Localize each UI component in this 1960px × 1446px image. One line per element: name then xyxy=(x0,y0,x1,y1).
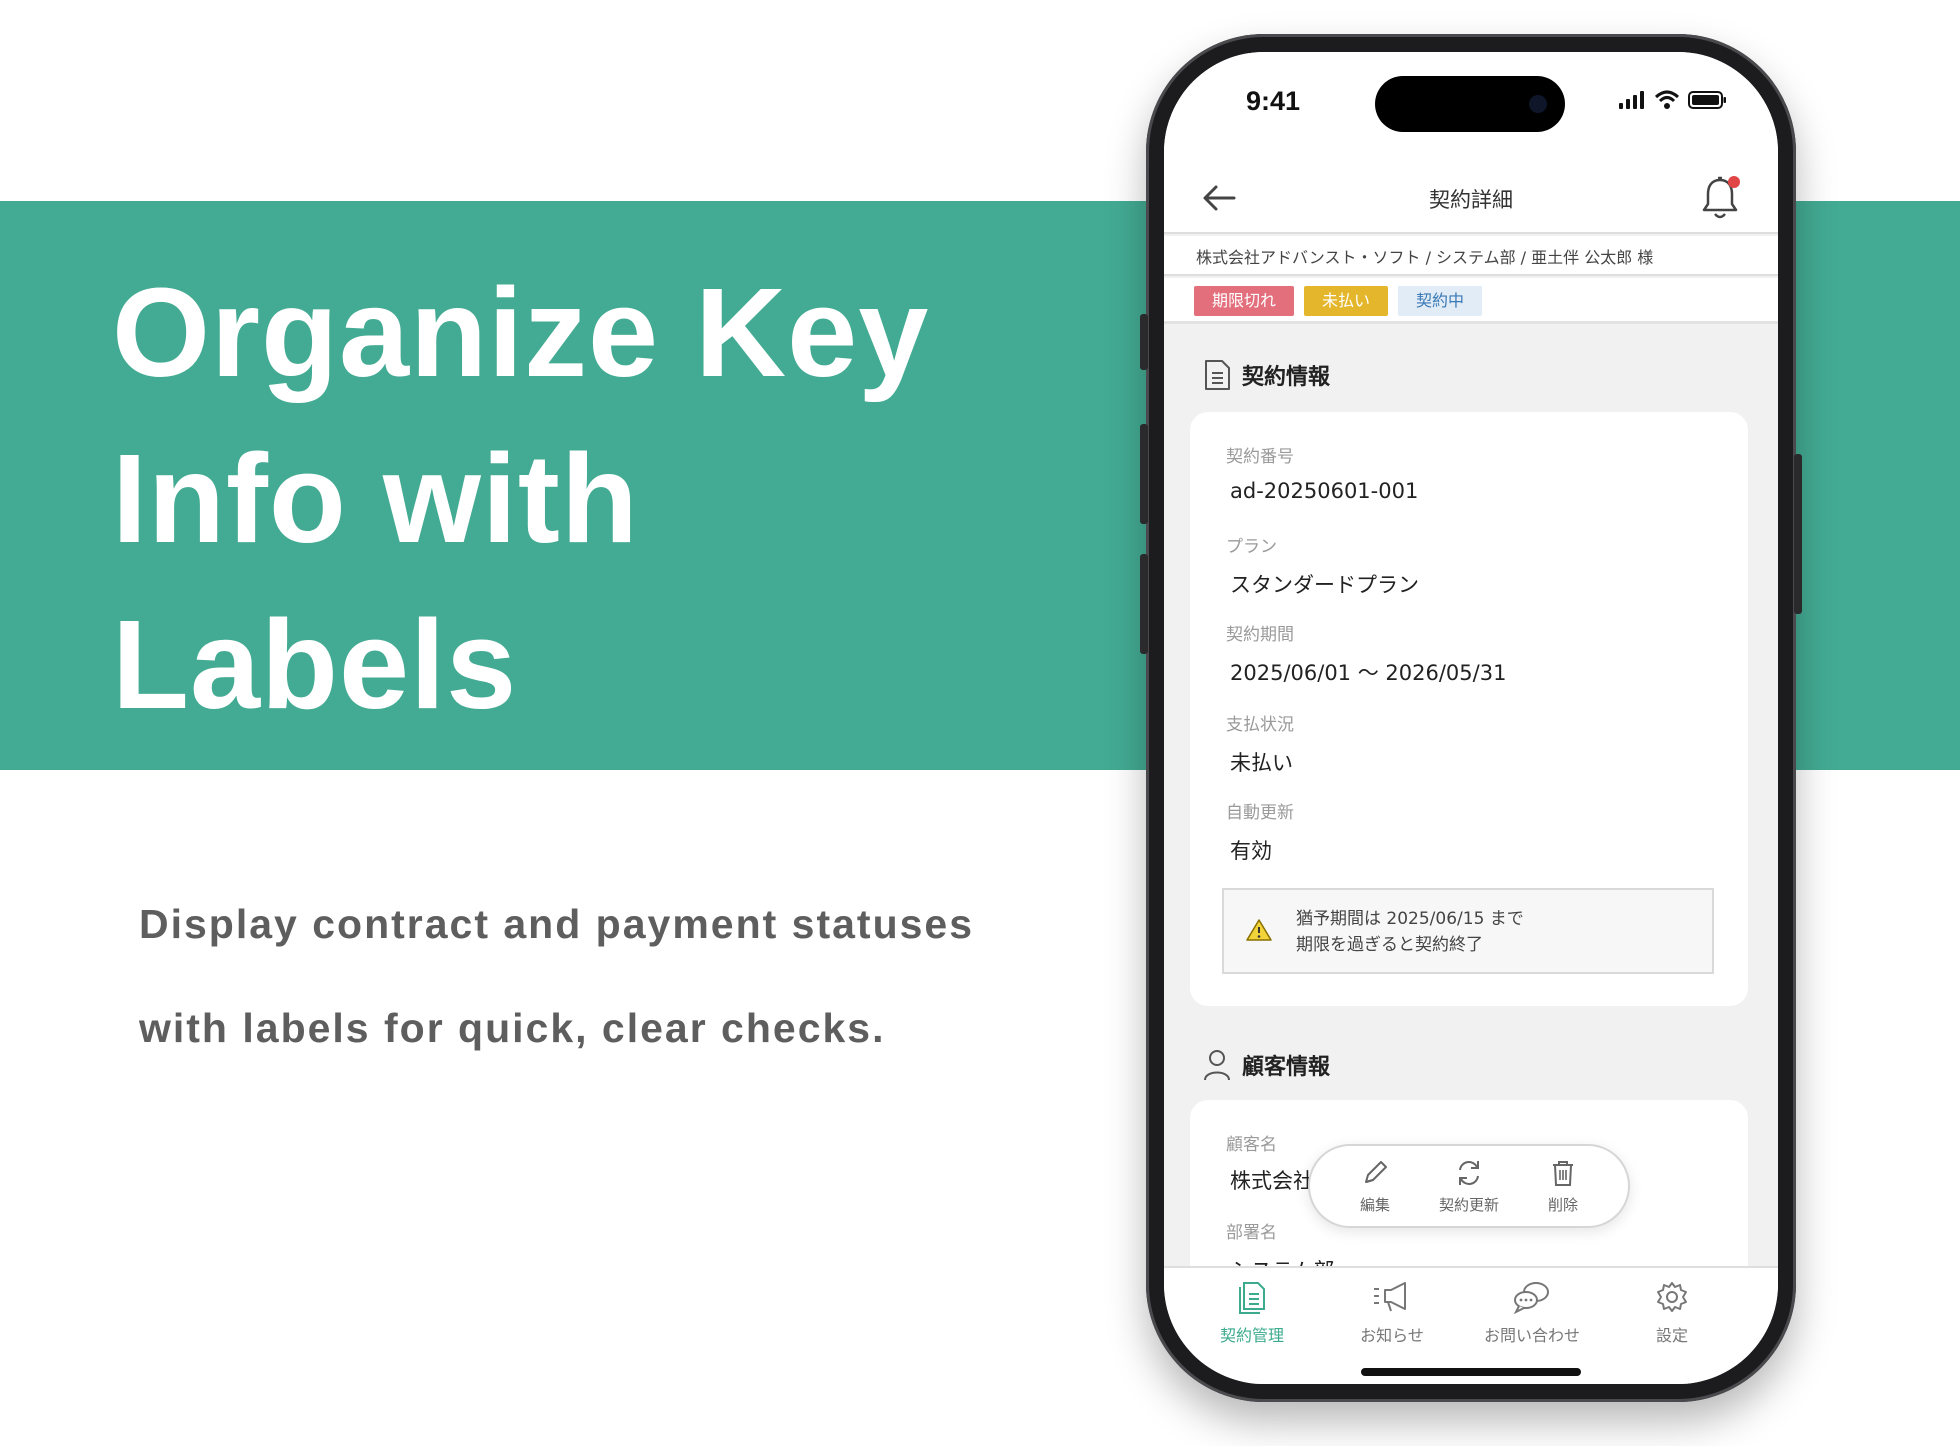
label-expired: 期限切れ xyxy=(1194,286,1295,316)
label-active: 契約中 xyxy=(1398,286,1483,316)
breadcrumb: 株式会社アドバンスト・ソフト / システム部 / 亜土伴 公太郎 様 xyxy=(1164,236,1778,276)
field-label: 契約番号 xyxy=(1226,447,1294,467)
tab-label: 設定 xyxy=(1655,1326,1688,1345)
delete-label: 削除 xyxy=(1547,1196,1578,1214)
tab-contact[interactable]: お問い合わせ xyxy=(1462,1280,1602,1346)
field-contract-number: 契約番号 ad-20250601-001 xyxy=(1226,442,1418,503)
notification-button[interactable] xyxy=(1698,174,1742,222)
tab-bar: 契約管理 お知らせ お問い合わせ 設定 xyxy=(1164,1266,1778,1384)
field-value: スタンダードプラン xyxy=(1230,573,1419,597)
edit-button[interactable]: 編集 xyxy=(1340,1158,1410,1226)
field-value: 有効 xyxy=(1230,839,1272,863)
status-bar: 9:41 xyxy=(1164,52,1778,162)
volume-down-button xyxy=(1140,554,1148,654)
notification-dot xyxy=(1728,176,1740,188)
home-indicator[interactable] xyxy=(1361,1368,1581,1376)
tab-contract-management[interactable]: 契約管理 xyxy=(1182,1280,1322,1346)
user-icon xyxy=(1204,1050,1230,1081)
document-icon xyxy=(1205,360,1230,390)
phone-frame: 9:41 契約詳細 株式会社アドバンスト・ソフト / システム部 / 亜土伴 公… xyxy=(1140,34,1802,1402)
dynamic-island xyxy=(1375,76,1565,132)
field-label: 支払状況 xyxy=(1226,715,1294,735)
tab-label: 契約管理 xyxy=(1219,1326,1284,1345)
headline: Organize Key Info with Labels xyxy=(112,250,1072,748)
field-plan: プラン スタンダードプラン xyxy=(1226,532,1419,599)
headline-line: Labels xyxy=(112,594,518,735)
field-label: 部署名 xyxy=(1226,1223,1277,1243)
status-icons xyxy=(1618,90,1728,110)
contract-section-title: 契約情報 xyxy=(1242,365,1331,390)
refresh-icon xyxy=(1459,1161,1479,1185)
tab-label: お問い合わせ xyxy=(1483,1326,1580,1345)
subheadline-line: Display contract and payment statuses xyxy=(139,901,975,947)
headline-line: Info with xyxy=(112,428,639,569)
notice-text: 猶予期間は 2025/06/15 まで 期限を過ぎると契約終了 xyxy=(1296,906,1524,958)
page-title: 契約詳細 xyxy=(1429,188,1513,212)
tab-notifications[interactable]: お知らせ xyxy=(1322,1280,1462,1346)
field-label: 自動更新 xyxy=(1226,803,1294,823)
silent-switch xyxy=(1140,314,1148,370)
app-screen: 9:41 契約詳細 株式会社アドバンスト・ソフト / システム部 / 亜土伴 公… xyxy=(1164,52,1778,1384)
pencil-icon xyxy=(1365,1161,1387,1183)
subheadline-line: with labels for quick, clear checks. xyxy=(139,1005,886,1051)
notice-line: 猶予期間は 2025/06/15 まで xyxy=(1296,909,1524,929)
trash-icon xyxy=(1553,1161,1573,1186)
field-value: 2025/06/01 ～ 2026/05/31 xyxy=(1230,661,1507,685)
grace-period-notice: 猶予期間は 2025/06/15 まで 期限を過ぎると契約終了 xyxy=(1222,888,1714,974)
delete-button[interactable]: 削除 xyxy=(1528,1158,1598,1226)
field-value: 未払い xyxy=(1230,751,1293,775)
status-time: 9:41 xyxy=(1246,86,1301,116)
contract-icon xyxy=(1239,1282,1265,1314)
field-label: 顧客名 xyxy=(1226,1135,1277,1155)
contract-card: 契約番号 ad-20250601-001 プラン スタンダードプラン 契約期間 … xyxy=(1190,412,1748,1006)
headline-line: Organize Key xyxy=(112,262,930,403)
contract-section-header: 契約情報 xyxy=(1202,358,1330,392)
status-labels: 期限切れ 未払い 契約中 xyxy=(1164,278,1778,324)
edit-label: 編集 xyxy=(1359,1196,1390,1214)
chat-icon xyxy=(1513,1282,1549,1314)
renew-label: 契約更新 xyxy=(1438,1196,1499,1214)
customer-section-header: 顧客情報 xyxy=(1202,1048,1330,1082)
notice-line: 期限を過ぎると契約終了 xyxy=(1296,935,1483,955)
camera-icon xyxy=(1529,95,1547,113)
customer-section-title: 顧客情報 xyxy=(1242,1055,1331,1080)
volume-up-button xyxy=(1140,424,1148,524)
subheadline: Display contract and payment statuses wi… xyxy=(139,872,1039,1080)
signal-icon xyxy=(1619,91,1644,109)
battery-icon xyxy=(1688,91,1726,109)
field-contract-period: 契約期間 2025/06/01 ～ 2026/05/31 xyxy=(1226,620,1506,687)
megaphone-icon xyxy=(1374,1282,1406,1312)
tab-label: お知らせ xyxy=(1360,1326,1424,1345)
field-value: ad-20250601-001 xyxy=(1230,479,1419,503)
field-label: 契約期間 xyxy=(1226,625,1294,645)
field-auto-renew: 自動更新 有効 xyxy=(1226,798,1294,865)
renew-button[interactable]: 契約更新 xyxy=(1434,1158,1504,1226)
field-payment-status: 支払状況 未払い xyxy=(1226,710,1294,777)
nav-bar: 契約詳細 xyxy=(1164,162,1778,234)
power-button xyxy=(1794,454,1802,614)
label-unpaid: 未払い xyxy=(1304,286,1389,316)
warning-icon xyxy=(1246,919,1272,941)
tab-settings[interactable]: 設定 xyxy=(1602,1280,1742,1346)
action-menu: 編集 契約更新 削除 xyxy=(1308,1144,1630,1228)
field-label: プラン xyxy=(1226,537,1277,557)
gear-icon xyxy=(1657,1282,1687,1312)
wifi-icon xyxy=(1654,90,1680,109)
